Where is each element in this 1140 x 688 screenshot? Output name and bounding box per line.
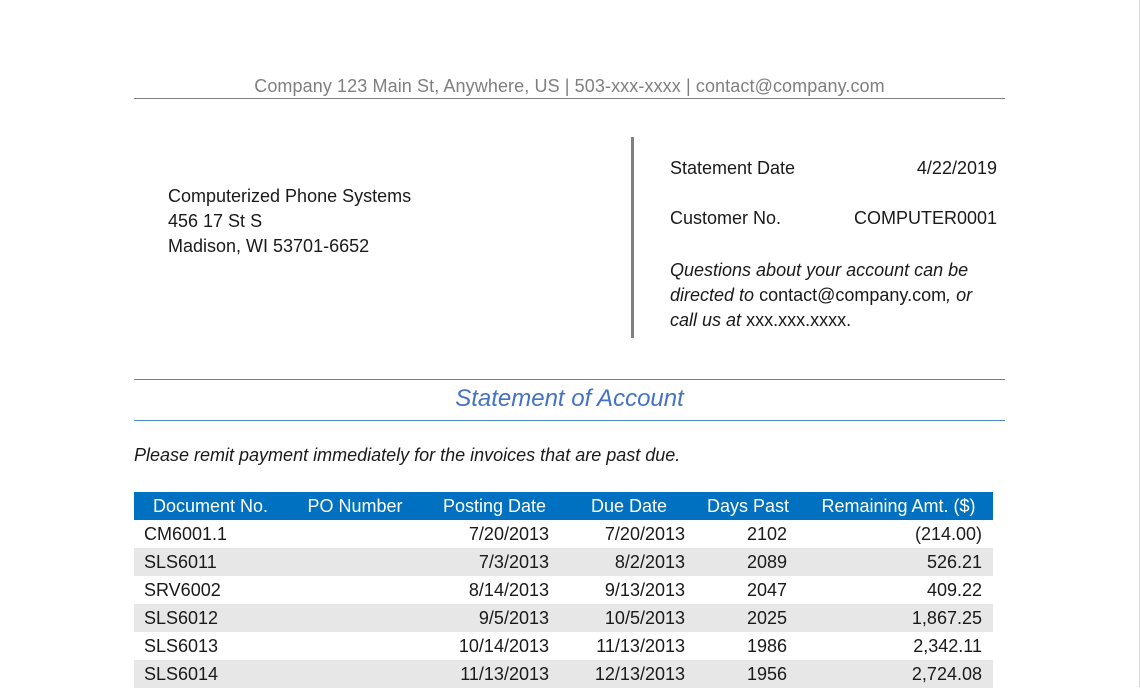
cell-po-number (287, 660, 423, 688)
table-row: SRV6002 8/14/2013 9/13/2013 2047 409.22 (134, 576, 993, 604)
questions-email: contact@company.com (759, 285, 947, 305)
table-row: SLS6011 7/3/2013 8/2/2013 2089 526.21 (134, 548, 993, 576)
cell-document-no: SLS6012 (134, 604, 287, 632)
customer-address-line2: Madison, WI 53701-6652 (168, 236, 370, 256)
cell-due-date: 9/13/2013 (604, 579, 685, 600)
table-header-row: Document No. PO Number Posting Date Due … (134, 492, 993, 520)
customer-address-line1: 456 17 St S (168, 211, 263, 231)
cell-posting-date: 7/20/2013 (468, 523, 549, 544)
cell-posting-date: 11/13/2013 (423, 660, 566, 688)
cell-document-no: SLS6014 (134, 660, 287, 688)
cell-remaining-amt: 2,342.11 (913, 635, 982, 656)
cell-remaining-amt: 526.21 (804, 548, 993, 576)
cell-po-number (287, 520, 423, 548)
cell-po-number (287, 576, 423, 604)
customer-no-row: Customer No. COMPUTER0001 (670, 208, 997, 233)
cell-posting-date: 8/14/2013 (468, 579, 549, 600)
statement-table: Document No. PO Number Posting Date Due … (134, 492, 993, 688)
cell-document-no: SLS6013 (144, 635, 219, 656)
cell-document-no: SLS6011 (134, 548, 287, 576)
table-row: SLS6014 11/13/2013 12/13/2013 1956 2,724… (134, 660, 993, 688)
cell-due-date: 11/13/2013 (596, 635, 685, 656)
cell-days-past: 1956 (692, 660, 804, 688)
cell-po-number (287, 604, 423, 632)
section-title: Statement of Account (455, 385, 684, 412)
questions-note: Questions about your account can be dire… (670, 258, 1000, 333)
company-header: Company 123 Main St, Anywhere, US | 503-… (254, 76, 885, 96)
cell-remaining-amt: 2,724.08 (804, 660, 993, 688)
cell-due-date: 7/20/2013 (604, 523, 685, 544)
cell-due-date: 8/2/2013 (566, 548, 692, 576)
section-top-rule (134, 379, 1005, 380)
statement-date-value: 4/22/2019 (916, 158, 997, 178)
cell-document-no: SRV6002 (144, 579, 221, 600)
cell-remaining-amt: (214.00) (914, 523, 982, 544)
col-header-due-date: Due Date (566, 492, 692, 520)
statement-date-row: Statement Date 4/22/2019 (670, 158, 997, 183)
cell-po-number (287, 548, 423, 576)
col-header-document-no: Document No. (134, 492, 287, 520)
col-header-posting-date: Posting Date (423, 492, 566, 520)
vertical-divider (631, 137, 634, 338)
cell-days-past: 2047 (746, 579, 787, 600)
table-row: SLS6013 10/14/2013 11/13/2013 1986 2,342… (134, 632, 993, 660)
header-divider (134, 98, 1005, 99)
cell-document-no: CM6001.1 (144, 523, 228, 544)
cell-po-number (287, 632, 423, 660)
section-bottom-rule (134, 420, 1005, 421)
cell-posting-date: 10/14/2013 (458, 635, 549, 656)
remit-note: Please remit payment immediately for the… (134, 445, 681, 465)
customer-name: Computerized Phone Systems (168, 186, 412, 206)
customer-address-block: Computerized Phone Systems 456 17 St S M… (168, 184, 411, 259)
cell-days-past: 2089 (692, 548, 804, 576)
questions-phone: xxx.xxx.xxxx. (746, 310, 852, 330)
cell-days-past: 2102 (746, 523, 787, 544)
col-header-days-past: Days Past (692, 492, 804, 520)
table-row: CM6001.1 7/20/2013 7/20/2013 2102 (214.0… (134, 520, 993, 548)
table-row: SLS6012 9/5/2013 10/5/2013 2025 1,867.25 (134, 604, 993, 632)
statement-date-label: Statement Date (670, 158, 796, 178)
customer-no-label: Customer No. (670, 208, 782, 228)
customer-no-value: COMPUTER0001 (853, 208, 997, 228)
cell-posting-date: 9/5/2013 (423, 604, 566, 632)
cell-remaining-amt: 409.22 (926, 579, 982, 600)
cell-due-date: 10/5/2013 (566, 604, 692, 632)
cell-remaining-amt: 1,867.25 (804, 604, 993, 632)
col-header-remaining-amt: Remaining Amt. ($) (804, 492, 993, 520)
cell-posting-date: 7/3/2013 (423, 548, 566, 576)
col-header-po-number: PO Number (287, 492, 423, 520)
cell-days-past: 2025 (692, 604, 804, 632)
cell-due-date: 12/13/2013 (566, 660, 692, 688)
cell-days-past: 1986 (746, 635, 787, 656)
